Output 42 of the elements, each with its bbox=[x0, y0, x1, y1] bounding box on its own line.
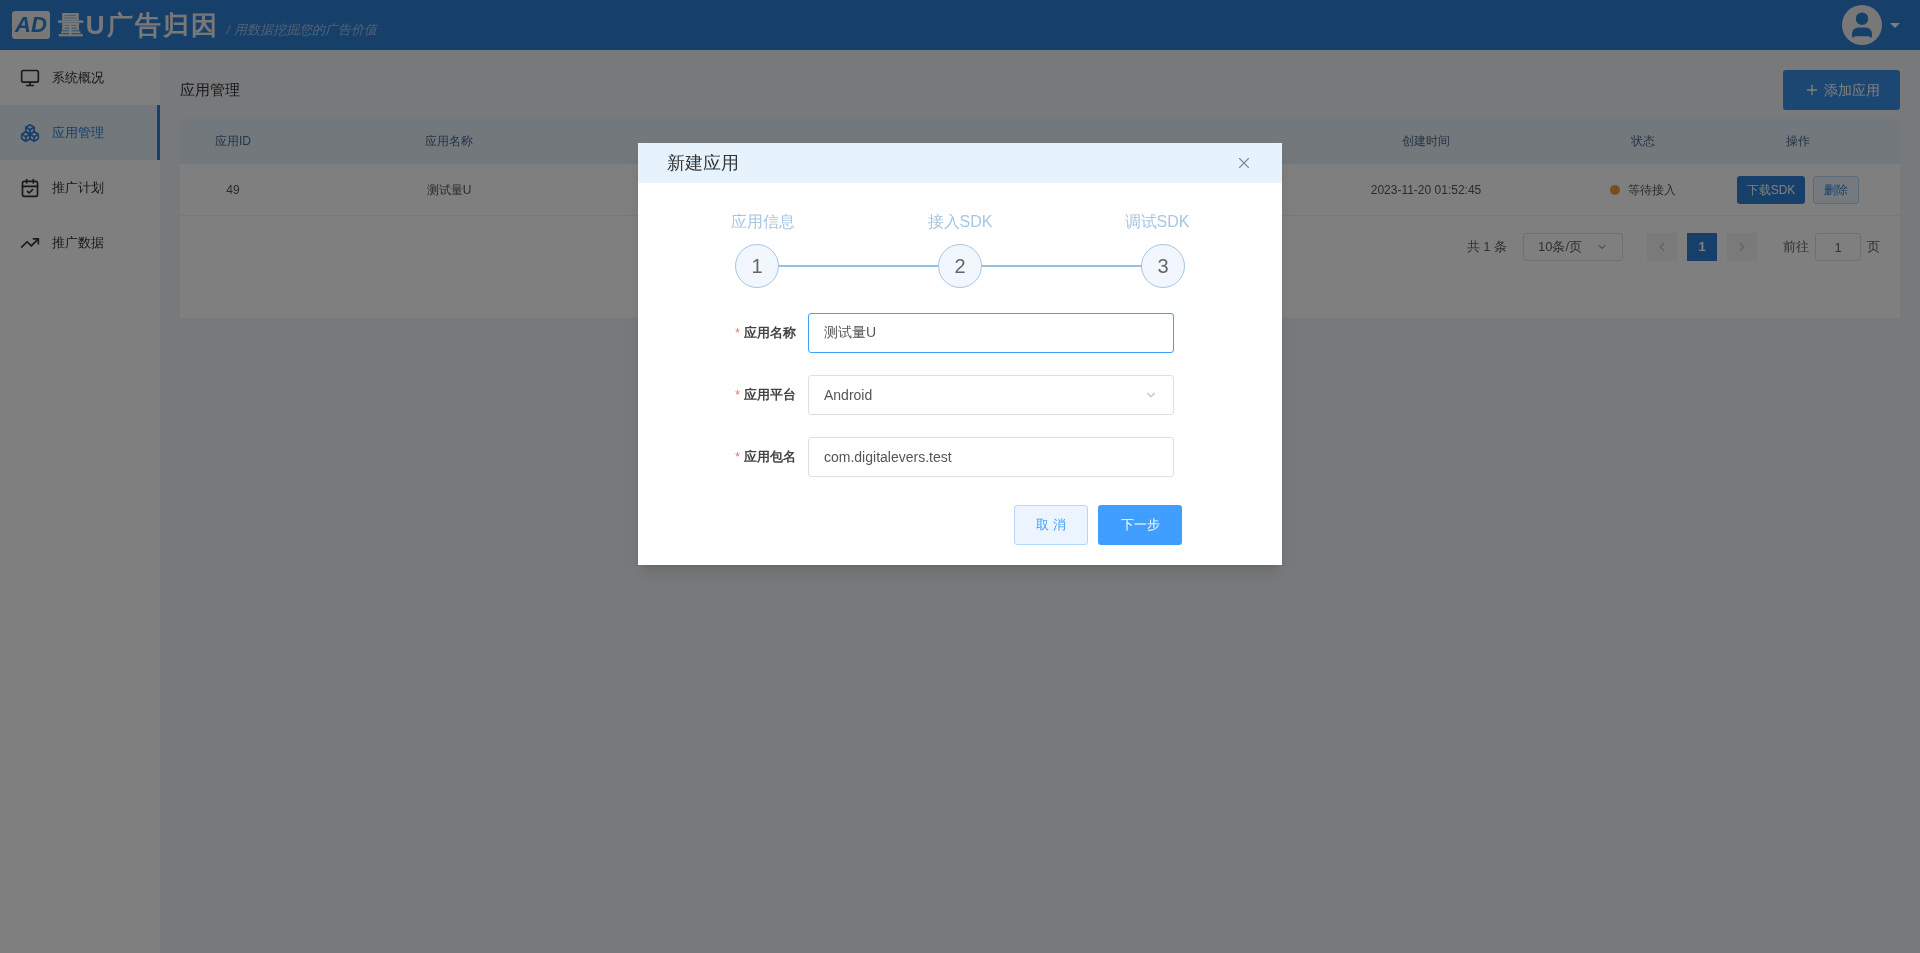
table-cell-text: 测试量U bbox=[425, 181, 473, 199]
status-text: 等待接入 bbox=[1628, 181, 1676, 199]
text-field[interactable]: com.digitalevers.test bbox=[808, 437, 1174, 477]
page-title: 应用管理 bbox=[180, 79, 240, 100]
step-label: 调试SDK bbox=[1123, 212, 1191, 232]
required-mark: * bbox=[735, 449, 740, 466]
column-header: 应用ID bbox=[214, 133, 252, 150]
logo-mark: AD bbox=[12, 11, 50, 39]
table-cell-text: 2023-11-20 01:52:45 bbox=[1369, 181, 1483, 199]
next-button[interactable]: 下一步 bbox=[1098, 505, 1182, 545]
avatar-icon[interactable] bbox=[1842, 5, 1882, 45]
platform-select[interactable]: Android bbox=[808, 375, 1174, 415]
table-cell-text: 49 bbox=[225, 181, 241, 199]
page-button[interactable]: 1 bbox=[1687, 233, 1717, 261]
required-mark: * bbox=[735, 387, 740, 404]
column-header: 操作 bbox=[1785, 133, 1811, 150]
text-field[interactable]: 测试量U bbox=[808, 313, 1174, 353]
goto-label: 前往 bbox=[1783, 238, 1809, 257]
goto-page-field[interactable]: 1 bbox=[1815, 233, 1861, 261]
step-label: 应用信息 bbox=[730, 212, 796, 232]
cancel-button[interactable]: 取 消 bbox=[1014, 505, 1088, 545]
sidebar-item[interactable]: 推广计划 bbox=[0, 160, 160, 215]
field-label: 应用包名 bbox=[744, 448, 796, 467]
logo-text: 量U广告归因 bbox=[57, 8, 219, 42]
add-app-button[interactable]: 添加应用 bbox=[1783, 70, 1900, 110]
column-header: 创建时间 bbox=[1401, 133, 1451, 150]
column-header: 状态 bbox=[1630, 133, 1656, 150]
caret-icon[interactable] bbox=[1890, 22, 1900, 28]
page-size-select[interactable]: 10条/页 bbox=[1523, 233, 1623, 261]
page-unit: 页 bbox=[1867, 238, 1880, 257]
step-label: 接入SDK bbox=[926, 212, 994, 232]
download-sdk-button[interactable]: 下载SDK bbox=[1736, 175, 1806, 204]
field-label: 应用名称 bbox=[744, 324, 796, 343]
field-label: 应用平台 bbox=[744, 386, 796, 405]
required-mark: * bbox=[735, 325, 740, 342]
sidebar-item[interactable]: 应用管理 bbox=[0, 105, 160, 160]
total-count: 共 1 条 bbox=[1466, 238, 1507, 257]
dialog-title: 新建应用 bbox=[667, 151, 739, 175]
sidebar-item[interactable]: 推广数据 bbox=[0, 215, 160, 270]
column-header: 应用名称 bbox=[424, 133, 474, 150]
sidebar-item[interactable]: 系统概况 bbox=[0, 50, 160, 105]
delete-button[interactable]: 删除 bbox=[1813, 175, 1860, 204]
